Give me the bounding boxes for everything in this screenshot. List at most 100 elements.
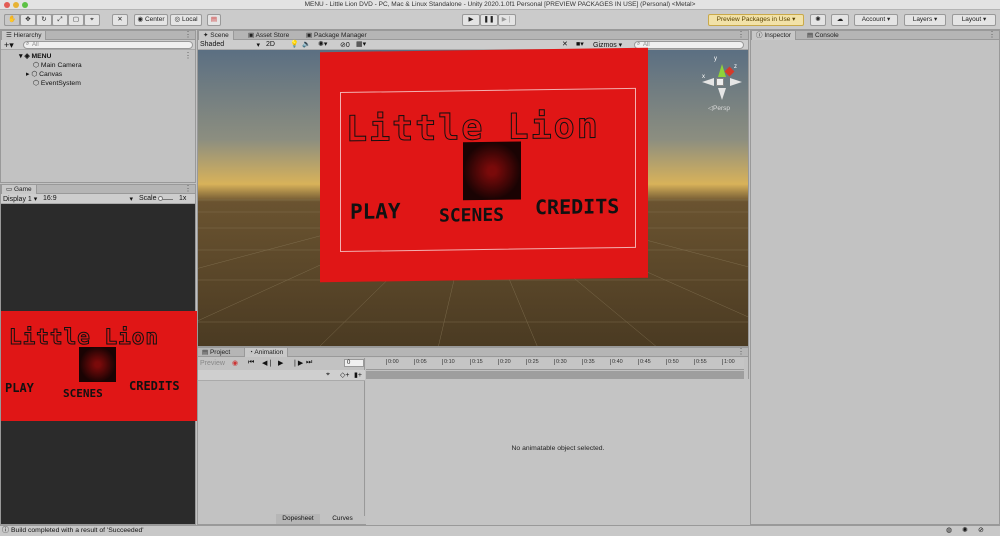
cloud-icon[interactable]: ☁	[831, 14, 849, 26]
hierarchy-search-placeholder: All	[32, 42, 39, 48]
hierarchy-item-eventsystem[interactable]: ⬡ EventSystem	[33, 79, 81, 88]
animation-menu-icon[interactable]: ⋮	[737, 348, 745, 356]
snap-icon[interactable]: ▤	[207, 14, 221, 26]
tab-console[interactable]: ▤ Console	[803, 31, 843, 40]
tab-scene[interactable]: ✦ Scene	[198, 31, 234, 40]
frame-value: 0	[347, 360, 351, 366]
game-play-button[interactable]: PLAY	[5, 381, 34, 395]
scene-search-input[interactable]: All	[634, 41, 744, 49]
scale-tool-icon[interactable]: ⤢	[52, 14, 68, 26]
auto-lighting-icon[interactable]: ✺	[962, 526, 968, 536]
timeline-ruler[interactable]: 0:00 0:05 0:10 0:15 0:20 0:25 0:30 0:35 0:40 0:45…	[366, 358, 744, 370]
hierarchy-item-main-camera[interactable]: ⬡ Main Camera	[33, 61, 82, 70]
hierarchy-item-canvas[interactable]: ▸ ⬡ Canvas	[26, 70, 62, 79]
tab-game[interactable]: ▭ Game	[1, 185, 37, 194]
tab-animation[interactable]: ◔ Animation	[244, 348, 289, 357]
play-animation-icon[interactable]: ▶	[278, 359, 283, 367]
layers-dropdown[interactable]: Layers ▾	[904, 14, 946, 26]
tab-inspector[interactable]: ⓘ Inspector	[751, 31, 797, 40]
add-object-button[interactable]: +▾	[4, 40, 14, 50]
scene-canvas-quad[interactable]: Little Lion PLAY SCENES CREDITS	[320, 47, 648, 283]
next-key-icon[interactable]: ❘▶	[292, 359, 303, 367]
prev-key-icon[interactable]: ◀❘	[262, 359, 273, 367]
hand-tool-icon[interactable]: ✋	[4, 14, 20, 26]
scene-viewport[interactable]: Little Lion PLAY SCENES CREDITS y z x ◁P…	[198, 47, 748, 346]
add-label: +	[4, 40, 10, 50]
gizmo-z-axis-icon[interactable]	[724, 66, 735, 77]
dopesheet-tab[interactable]: Dopesheet	[276, 514, 320, 524]
gizmo-x-axis-icon[interactable]	[730, 78, 742, 86]
move-tool-icon[interactable]: ✥	[20, 14, 36, 26]
collab-icon[interactable]: ✺	[810, 14, 826, 26]
hierarchy-search-input[interactable]: All	[23, 41, 193, 49]
close-window-icon[interactable]	[4, 2, 10, 8]
first-key-icon[interactable]: ⏮	[248, 359, 254, 367]
progress-icon[interactable]: ◍	[946, 526, 952, 536]
scale-label: Scale	[139, 195, 157, 202]
scale-slider-handle[interactable]	[158, 196, 163, 201]
orientation-gizmo[interactable]: y z x ◁Persp	[698, 56, 746, 116]
game-credits-button[interactable]: CREDITS	[129, 379, 180, 393]
scene-menu-icon[interactable]: ⋮	[737, 31, 745, 39]
hierarchy-panel: ☰ Hierarchy ⋮ +▾ All ▾ ◈ MENU ⋮ ⬡ Main C…	[0, 30, 196, 183]
display-dropdown[interactable]: Display 1 ▾	[3, 195, 37, 203]
hidden-objects-toggle[interactable]: ⊘0	[340, 41, 350, 49]
persp-toggle[interactable]: ◁Persp	[708, 104, 730, 112]
record-icon[interactable]: ◉	[232, 359, 238, 367]
gizmo-neg-y-axis-icon[interactable]	[718, 88, 726, 100]
step-button[interactable]: ▶❘	[498, 14, 516, 26]
display-label: Display 1	[3, 196, 32, 203]
scene-menu-icon[interactable]: ⋮	[184, 52, 192, 60]
shading-mode-dropdown[interactable]: Shaded ▾	[200, 41, 260, 49]
transform-tool-icon[interactable]: ⌖	[84, 14, 100, 26]
scene-root-item[interactable]: ▾ ◈ MENU	[19, 52, 51, 61]
minimize-window-icon[interactable]	[13, 2, 19, 8]
cache-icon[interactable]: ⊘	[978, 526, 984, 536]
event-track[interactable]	[366, 371, 744, 379]
custom-tool-icon[interactable]: ✕	[112, 14, 128, 26]
hierarchy-menu-icon[interactable]: ⋮	[184, 31, 192, 39]
gizmo-z-label: z	[734, 64, 737, 70]
tab-hierarchy[interactable]: ☰ Hierarchy	[1, 31, 47, 40]
preview-toggle[interactable]: Preview	[200, 360, 225, 367]
game-scenes-button[interactable]: SCENES	[63, 387, 103, 400]
audio-toggle-icon[interactable]: 🔈	[302, 40, 311, 48]
filter-icon[interactable]: ⌖	[326, 371, 330, 379]
hierarchy-tab-label: Hierarchy	[13, 32, 42, 39]
2d-toggle-button[interactable]: 2D	[266, 41, 275, 48]
lighting-toggle-icon[interactable]: 💡	[290, 40, 299, 48]
add-event-icon[interactable]: ▮+	[354, 371, 362, 379]
tab-asset-store[interactable]: ▣ Asset Store	[244, 31, 293, 40]
preview-packages-dropdown[interactable]: Preview Packages in Use ▾	[708, 14, 804, 26]
grid-toggle-icon[interactable]: ▦▾	[356, 40, 366, 48]
camera-settings-icon[interactable]: ■▾	[576, 40, 584, 48]
game-menu-icon[interactable]: ⋮	[184, 185, 192, 193]
tab-package-manager[interactable]: ▣ Package Manager	[302, 31, 371, 40]
item-label: Main Camera	[40, 62, 82, 69]
status-message[interactable]: Build completed with a result of 'Succee…	[11, 526, 144, 536]
pivot-toggle-button[interactable]: ◉ Center	[134, 14, 168, 26]
layout-dropdown[interactable]: Layout ▾	[952, 14, 996, 26]
pause-button[interactable]: ❚❚	[480, 14, 498, 26]
last-key-icon[interactable]: ⏭	[306, 359, 312, 367]
expand-arrow-icon[interactable]: ▸	[26, 71, 29, 78]
account-dropdown[interactable]: Account ▾	[854, 14, 898, 26]
frame-input[interactable]: 0	[344, 359, 364, 367]
game-toolbar: Display 1 ▾ 16:9 ▾ Scale 1x	[1, 194, 195, 204]
curves-tab[interactable]: Curves	[320, 514, 365, 524]
aspect-dropdown[interactable]: 16:9 ▾	[43, 195, 133, 203]
expand-arrow-icon[interactable]: ▾	[19, 53, 22, 60]
tools-icon[interactable]: ✕	[562, 40, 568, 48]
dopesheet-area[interactable]: No animatable object selected.	[366, 379, 750, 525]
zoom-window-icon[interactable]	[22, 2, 28, 8]
gizmo-center-cube[interactable]	[716, 78, 724, 86]
rect-tool-icon[interactable]: ▢	[68, 14, 84, 26]
animation-tab-label: Animation	[254, 349, 284, 356]
tab-project[interactable]: ▤ Project	[198, 348, 234, 357]
add-key-icon[interactable]: ◇+	[340, 371, 349, 379]
play-button[interactable]: ▶	[462, 14, 480, 26]
space-toggle-button[interactable]: ◎ Local	[170, 14, 202, 26]
effects-dropdown-icon[interactable]: ✺▾	[318, 40, 327, 48]
rotate-tool-icon[interactable]: ↻	[36, 14, 52, 26]
inspector-menu-icon[interactable]: ⋮	[988, 31, 996, 39]
